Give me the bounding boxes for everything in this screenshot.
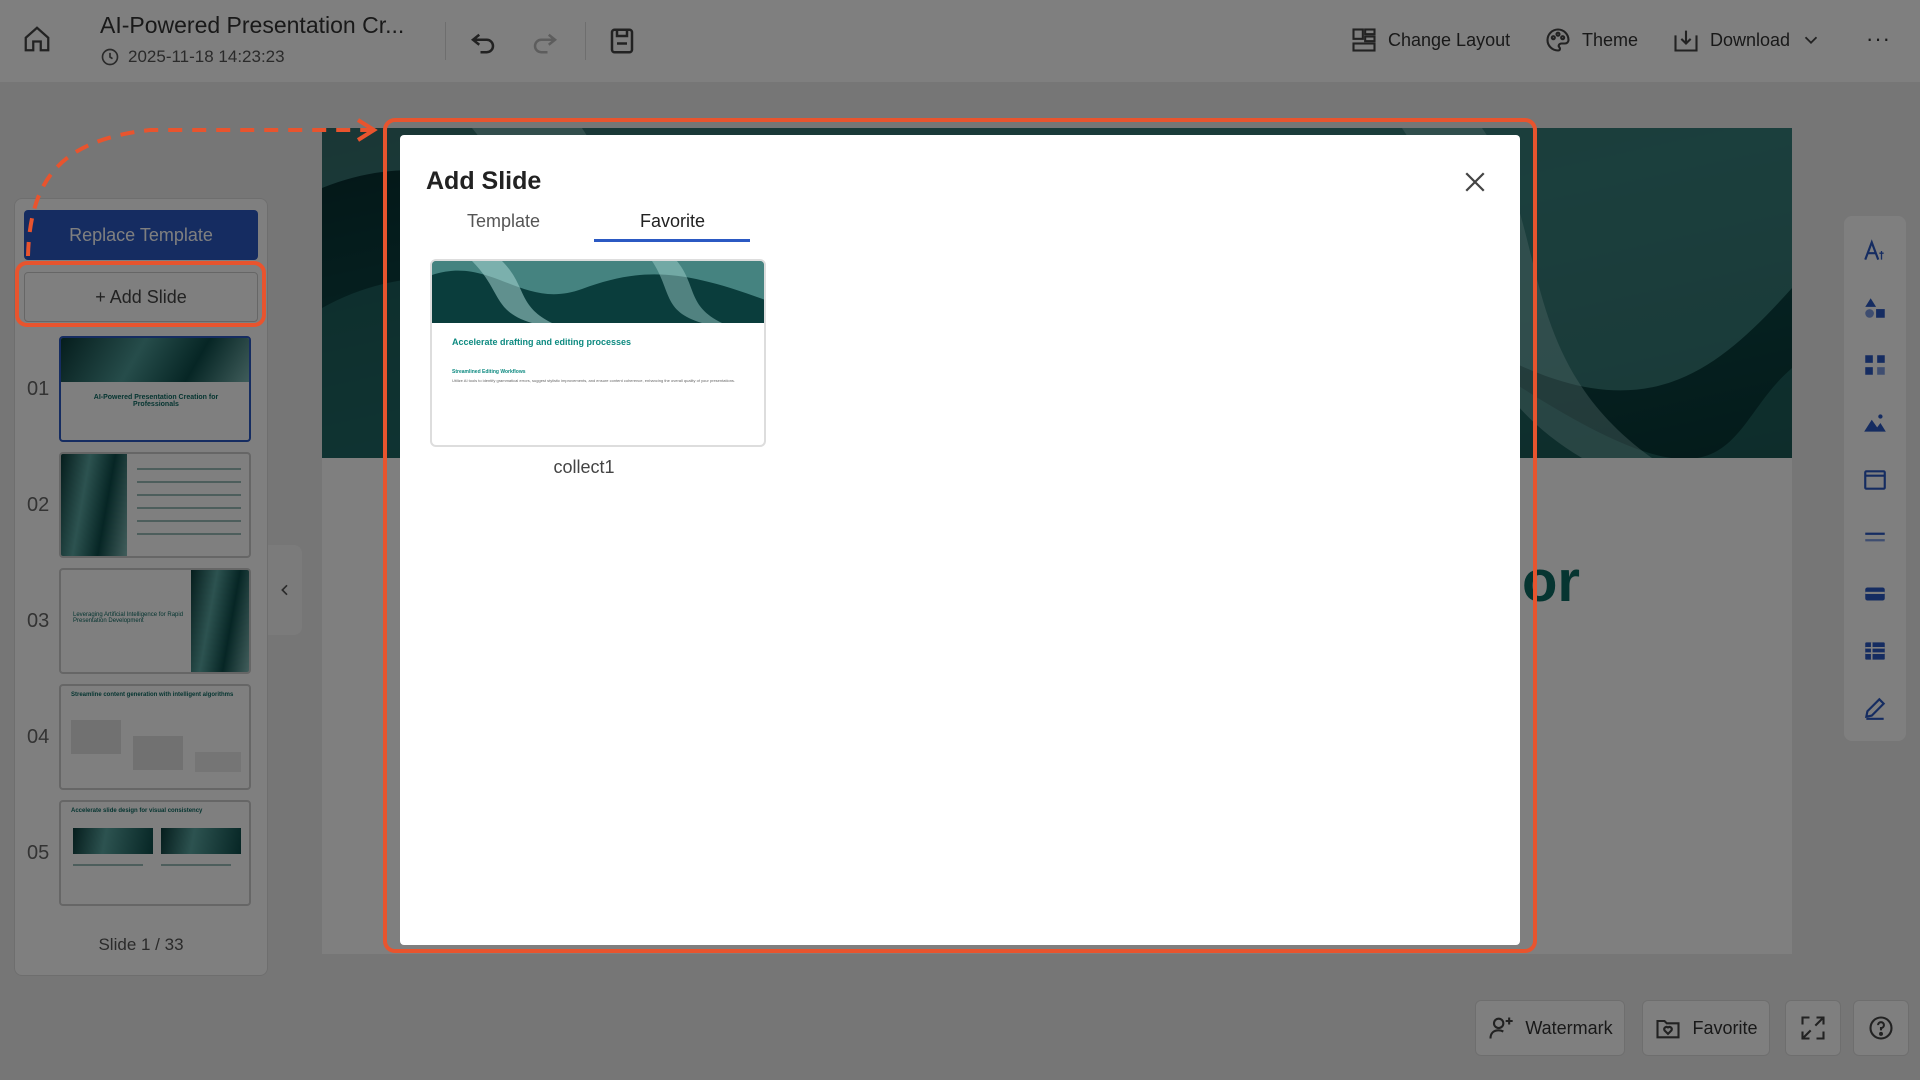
add-slide-highlight [15,261,266,327]
dialog-highlight [383,118,1537,953]
